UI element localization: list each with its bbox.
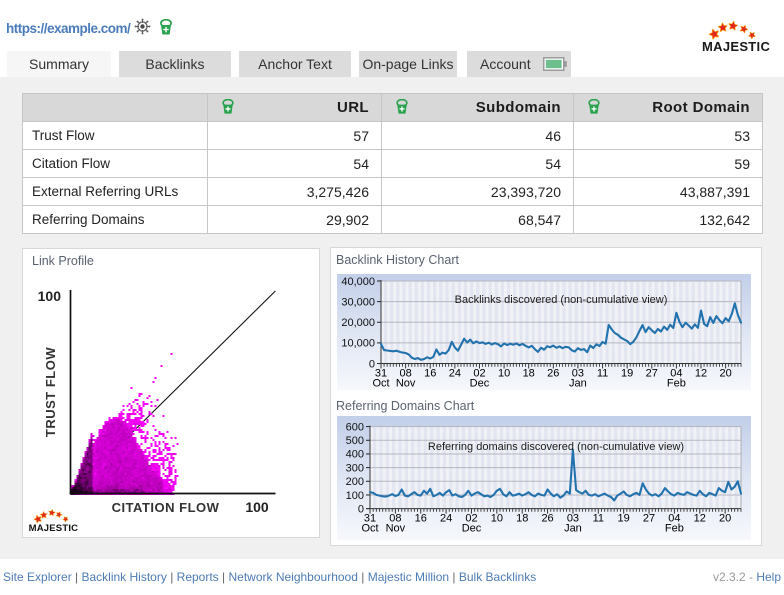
svg-text:26: 26 (541, 513, 553, 525)
svg-text:Dec: Dec (462, 523, 482, 535)
svg-text:Referring domains discovered (: Referring domains discovered (non-cumula… (428, 441, 684, 453)
svg-text:300: 300 (346, 462, 364, 474)
svg-text:19: 19 (621, 368, 633, 380)
svg-text:10: 10 (498, 368, 510, 380)
svg-text:MAJESTIC: MAJESTIC (702, 39, 770, 54)
svg-text:100: 100 (245, 499, 269, 515)
svg-text:CITATION FLOW: CITATION FLOW (112, 500, 220, 515)
svg-text:Jan: Jan (569, 378, 587, 390)
svg-text:18: 18 (516, 513, 528, 525)
svg-text:Dec: Dec (470, 378, 490, 390)
svg-text:11: 11 (593, 513, 604, 525)
svg-text:Feb: Feb (665, 523, 684, 535)
svg-text:10: 10 (491, 513, 503, 525)
svg-text:10,000: 10,000 (341, 338, 375, 350)
svg-text:Nov: Nov (396, 378, 416, 390)
svg-text:Jan: Jan (564, 523, 582, 535)
svg-text:19: 19 (618, 513, 630, 525)
svg-text:20: 20 (719, 513, 731, 525)
svg-text:16: 16 (424, 368, 436, 380)
svg-text:TRUST FLOW: TRUST FLOW (43, 347, 58, 437)
svg-text:27: 27 (646, 368, 658, 380)
svg-text:100: 100 (346, 490, 364, 502)
svg-text:40,000: 40,000 (341, 276, 375, 288)
svg-text:20: 20 (719, 368, 731, 380)
svg-text:12: 12 (695, 368, 707, 380)
svg-text:Oct: Oct (361, 523, 378, 535)
svg-text:18: 18 (523, 368, 535, 380)
svg-text:100: 100 (38, 288, 62, 304)
svg-text:30,000: 30,000 (341, 296, 375, 308)
svg-text:Nov: Nov (386, 523, 406, 535)
svg-text:Oct: Oct (372, 378, 389, 390)
svg-text:20,000: 20,000 (341, 317, 375, 329)
svg-text:24: 24 (440, 513, 452, 525)
svg-text:MAJESTIC: MAJESTIC (29, 523, 79, 534)
svg-text:600: 600 (346, 421, 364, 433)
svg-text:16: 16 (415, 513, 427, 525)
svg-text:Backlinks discovered (non-cumu: Backlinks discovered (non-cumulative vie… (455, 294, 668, 306)
svg-text:400: 400 (346, 449, 364, 461)
svg-text:27: 27 (643, 513, 655, 525)
svg-text:11: 11 (597, 368, 608, 380)
svg-text:26: 26 (547, 368, 559, 380)
svg-text:500: 500 (346, 435, 364, 447)
svg-text:Feb: Feb (667, 378, 686, 390)
svg-text:200: 200 (346, 476, 364, 488)
svg-text:24: 24 (449, 368, 461, 380)
svg-text:12: 12 (694, 513, 706, 525)
